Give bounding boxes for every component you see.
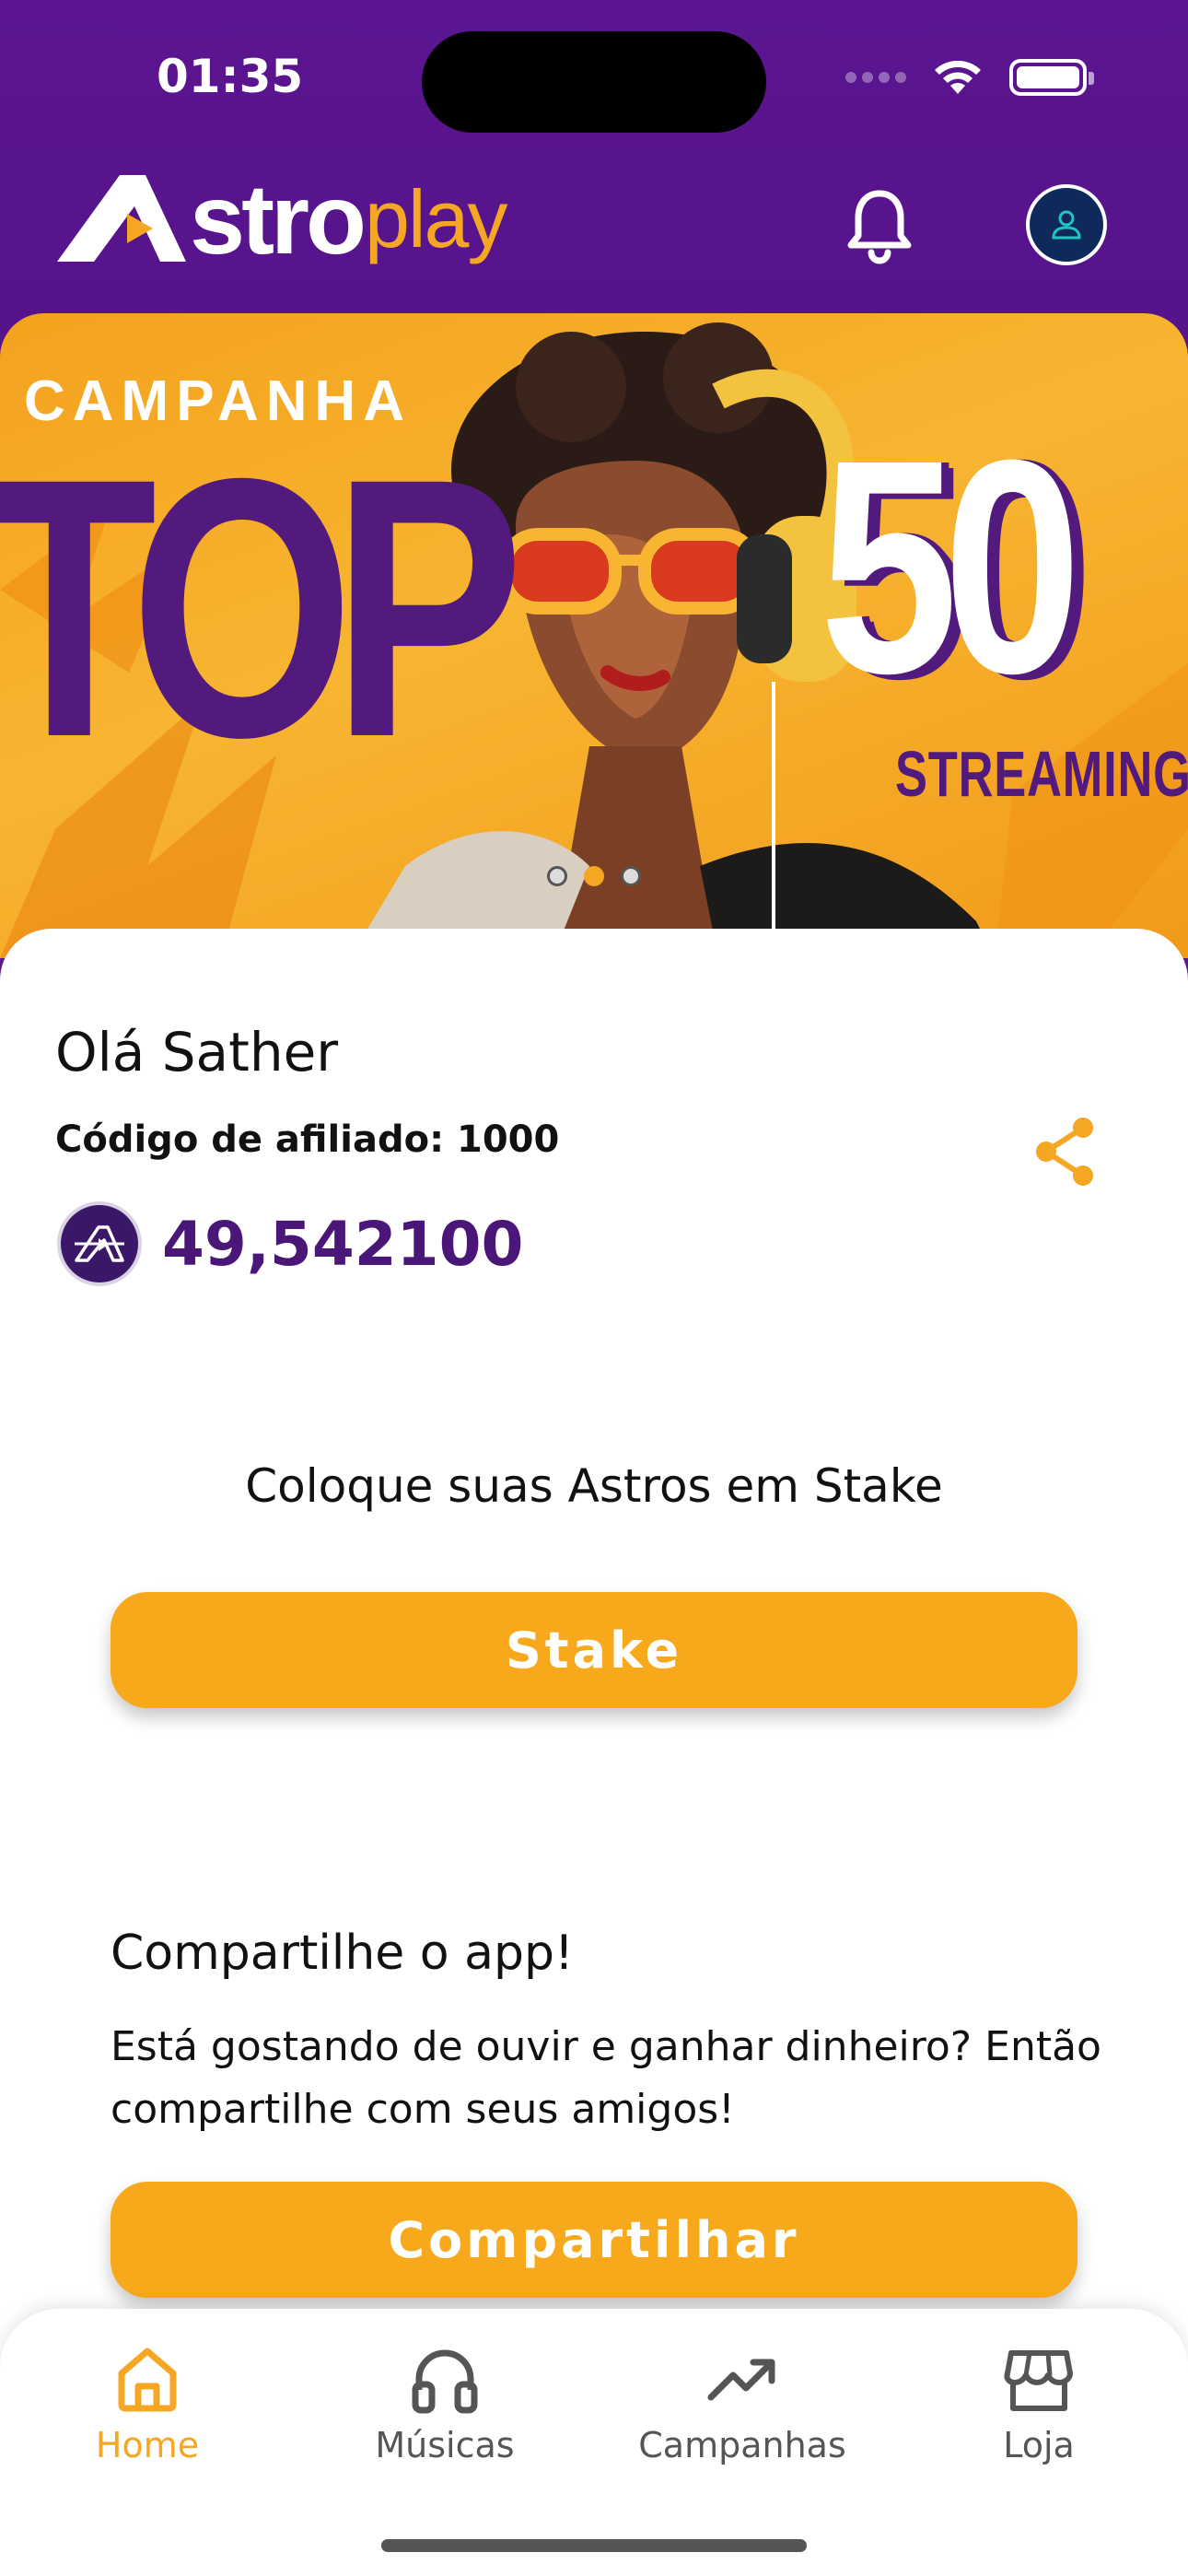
profile-avatar-button[interactable]: [1026, 184, 1107, 265]
stake-button[interactable]: Stake: [111, 1592, 1077, 1708]
campaign-banner[interactable]: CAMPANHA TOP 50 STREAMINGS: [0, 313, 1188, 958]
tab-home[interactable]: Home: [28, 2342, 267, 2465]
tab-musicas[interactable]: Músicas: [325, 2342, 565, 2465]
tab-musicas-label: Músicas: [375, 2425, 515, 2465]
user-icon: [1052, 210, 1081, 240]
trending-up-icon: [707, 2359, 775, 2401]
headphones-icon: [412, 2349, 478, 2414]
tab-campanhas[interactable]: Campanhas: [623, 2342, 862, 2465]
astros-balance: 49,542100: [162, 1208, 524, 1280]
logo-text-accent: play: [365, 173, 507, 264]
bottom-tab-bar: Home Músicas Campanhas Loja: [0, 2309, 1188, 2576]
home-indicator: [381, 2539, 807, 2552]
astros-coin-icon: [57, 1201, 142, 1286]
carousel-dot[interactable]: [621, 866, 641, 886]
carousel-dot[interactable]: [547, 866, 567, 886]
share-app-title: Compartilhe o app!: [111, 1926, 574, 1981]
carousel-indicator: [547, 866, 641, 886]
cellular-signal-icon: [845, 72, 906, 83]
share-icon[interactable]: [1031, 1115, 1098, 1188]
logo-a-mark-icon: [57, 175, 186, 262]
wifi-icon: [935, 60, 981, 94]
balance-row: 49,542100: [57, 1201, 523, 1286]
share-app-text: Está gostando de ouvir e ganhar dinheiro…: [111, 2023, 1101, 2133]
affiliate-label: Código de afiliado:: [55, 1118, 457, 1161]
affiliate-code-value: 1000: [457, 1118, 560, 1161]
greeting-text: Olá Sather: [55, 1021, 339, 1083]
tab-home-label: Home: [95, 2425, 200, 2465]
status-icons: [845, 57, 1094, 98]
home-icon: [118, 2348, 177, 2412]
tab-campanhas-label: Campanhas: [638, 2425, 846, 2465]
battery-icon: [1009, 59, 1094, 96]
affiliate-code: Código de afiliado: 1000: [55, 1118, 559, 1161]
carousel-dot-active[interactable]: [584, 866, 604, 886]
astroplay-logo: stro play: [57, 163, 507, 275]
store-icon: [1004, 2350, 1073, 2411]
banner-top-text: TOP: [0, 402, 524, 814]
status-time: 01:35: [157, 50, 304, 103]
logo-text-main: stro: [190, 163, 367, 275]
share-app-button[interactable]: Compartilhar: [111, 2182, 1077, 2298]
tab-loja-label: Loja: [1003, 2425, 1075, 2465]
stake-title: Coloque suas Astros em Stake: [245, 1459, 943, 1513]
dynamic-island: [422, 31, 766, 133]
tab-loja[interactable]: Loja: [919, 2342, 1159, 2465]
banner-50-text: 50: [820, 396, 1082, 736]
bell-icon[interactable]: [845, 188, 914, 265]
banner-streamings-text: STREAMINGS: [895, 738, 1188, 810]
